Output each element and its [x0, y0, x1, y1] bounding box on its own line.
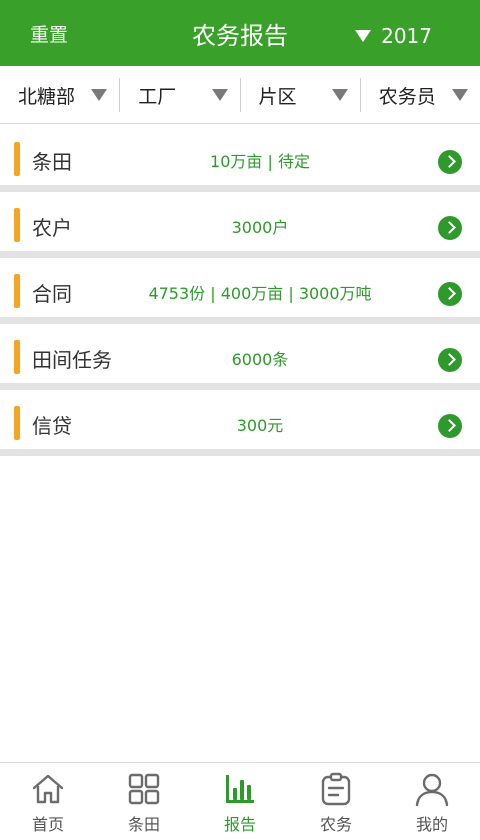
filter-factory[interactable]: 工厂 — [119, 78, 239, 112]
list-item-credit[interactable]: 信贷 300元 — [0, 390, 480, 456]
clipboard-icon — [321, 772, 351, 806]
filter-agent[interactable]: 农务员 — [359, 78, 480, 112]
filter-district[interactable]: 片区 — [239, 78, 360, 112]
header-bar: 重置 农务报告 2017 — [0, 0, 480, 66]
bar-chart-icon — [226, 775, 254, 803]
row-value: 4753份 | 400万亩 | 3000万吨 — [148, 284, 372, 303]
filter-label: 农务员 — [378, 85, 436, 108]
year-value: 2017 — [381, 24, 432, 48]
nav-label: 农务 — [319, 815, 352, 834]
filter-bar: 北糖部 工厂 片区 农务员 — [0, 66, 480, 124]
dropdown-triangle-icon — [91, 89, 108, 101]
nav-item-mine[interactable]: 我的 — [384, 763, 480, 840]
report-list: 条田 10万亩 | 待定 农户 3000户 合同 4753份 | 400万亩 |… — [0, 126, 480, 456]
dropdown-triangle-icon — [452, 89, 468, 101]
nav-item-home[interactable]: 首页 — [0, 763, 96, 840]
chevron-right-icon[interactable] — [438, 282, 462, 306]
row-value: 3000户 — [231, 218, 289, 237]
accent-bar — [14, 142, 20, 176]
nav-item-farm-work[interactable]: 农务 — [288, 763, 384, 840]
nav-label: 报告 — [223, 815, 256, 834]
chevron-right-icon[interactable] — [438, 216, 462, 240]
nav-label: 条田 — [127, 815, 160, 834]
list-item-fields[interactable]: 条田 10万亩 | 待定 — [0, 126, 480, 192]
list-item-field-tasks[interactable]: 田间任务 6000条 — [0, 324, 480, 390]
filter-label: 工厂 — [138, 85, 177, 108]
accent-bar — [14, 274, 20, 308]
list-item-contracts[interactable]: 合同 4753份 | 400万亩 | 3000万吨 — [0, 258, 480, 324]
nav-item-report[interactable]: 报告 — [192, 763, 288, 840]
accent-bar — [14, 340, 20, 374]
nav-label: 首页 — [31, 815, 64, 834]
list-item-farmers[interactable]: 农户 3000户 — [0, 192, 480, 258]
filter-label: 片区 — [258, 85, 297, 108]
dropdown-triangle-icon — [355, 30, 372, 42]
nav-item-fields[interactable]: 条田 — [96, 763, 192, 840]
grid-icon — [128, 773, 160, 805]
screen: 重置 农务报告 2017 北糖部 工厂 片区 农务员 条田 10万亩 | 待定 — [0, 0, 480, 840]
row-label: 信贷 — [32, 414, 72, 438]
row-label: 条田 — [32, 150, 72, 174]
nav-label: 我的 — [415, 815, 448, 834]
accent-bar — [14, 406, 20, 440]
chevron-right-icon[interactable] — [438, 150, 462, 174]
row-value: 300元 — [236, 416, 284, 435]
row-value: 6000条 — [231, 350, 289, 369]
dropdown-triangle-icon — [331, 89, 348, 101]
row-label: 农户 — [32, 216, 72, 240]
chevron-right-icon[interactable] — [438, 414, 462, 438]
accent-bar — [14, 208, 20, 242]
year-selector[interactable]: 2017 — [355, 24, 432, 48]
dropdown-triangle-icon — [211, 89, 228, 101]
bottom-nav: 首页 条田 报告 农务 我的 — [0, 762, 480, 840]
filter-sugar-dept[interactable]: 北糖部 — [0, 66, 119, 124]
row-label: 合同 — [32, 282, 72, 306]
filter-label: 北糖部 — [18, 85, 76, 108]
home-icon — [32, 774, 64, 804]
row-value: 10万亩 | 待定 — [210, 152, 310, 171]
chevron-right-icon[interactable] — [438, 348, 462, 372]
user-icon — [415, 773, 449, 807]
